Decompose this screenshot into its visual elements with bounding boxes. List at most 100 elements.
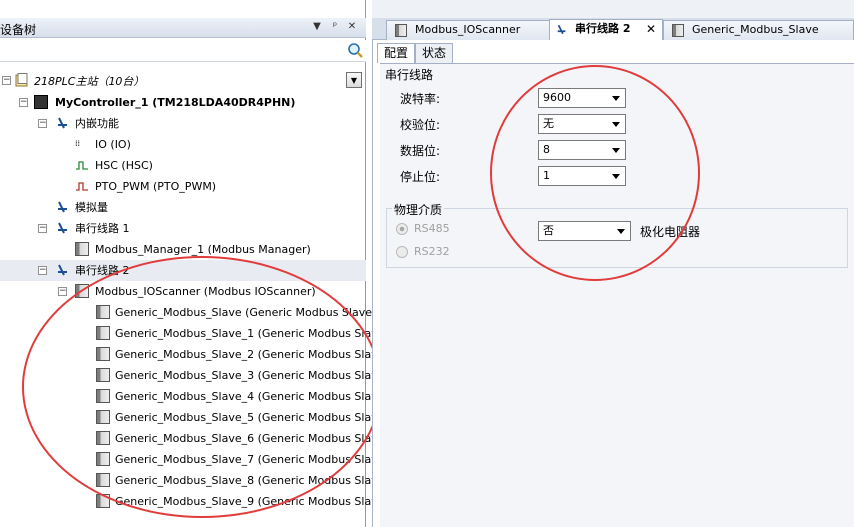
tree-item-analog[interactable]: 模拟量 (0, 197, 366, 218)
search-icon[interactable] (347, 42, 364, 59)
tree-item-label: IO (IO) (95, 138, 131, 151)
tree-item-slave[interactable]: Generic_Modbus_Slave (Generic Modbus Sla… (0, 302, 376, 323)
device-icon (96, 494, 110, 508)
root-label: 218PLC主站（10台） (34, 75, 145, 88)
device-icon (672, 24, 684, 37)
tree-item-label: Generic_Modbus_Slave_2 (Generic Modbus S… (115, 348, 389, 361)
device-icon (96, 431, 110, 445)
tree-item-label: 串行线路 2 (75, 264, 130, 277)
tree-item-label: Generic_Modbus_Slave_8 (Generic Modbus S… (115, 474, 389, 487)
tree-search (0, 40, 366, 62)
device-icon (96, 326, 110, 340)
baud-rate-select[interactable]: 9600 (538, 88, 626, 108)
parity-label: 校验位: (400, 118, 441, 132)
data-bits-value: 8 (543, 143, 550, 156)
tree-item-slave[interactable]: Generic_Modbus_Slave_5 (Generic Modbus S… (0, 407, 389, 428)
tree-item-label: Modbus_Manager_1 (Modbus Manager) (95, 243, 311, 256)
tree-item-slave[interactable]: Generic_Modbus_Slave_2 (Generic Modbus S… (0, 344, 389, 365)
serial-line-group-title: 串行线路 (383, 66, 436, 83)
tree-item-label: Generic_Modbus_Slave_3 (Generic Modbus S… (115, 369, 389, 382)
device-icon (395, 24, 407, 37)
pin-icon[interactable]: ᵖ (328, 20, 342, 34)
polarization-label: 极化电阻器 (640, 225, 701, 239)
rs485-label: RS485 (414, 222, 450, 235)
chevron-down-icon (617, 229, 625, 234)
tree-item-label: Modbus_IOScanner (Modbus IOScanner) (95, 285, 316, 298)
tree-item-io[interactable]: ⁞⁞ IO (IO) (0, 134, 366, 155)
parity-value: 无 (543, 117, 554, 130)
chevron-down-icon (612, 148, 620, 153)
tree-item-label: Generic_Modbus_Slave_4 (Generic Modbus S… (115, 390, 389, 403)
subtab-config[interactable]: 配置 (377, 43, 415, 63)
config-icon (556, 23, 568, 36)
rs232-label: RS232 (414, 245, 450, 258)
tree-item-modbus-manager[interactable]: Modbus_Manager_1 (Modbus Manager) (0, 239, 366, 260)
tree-item-slave[interactable]: Generic_Modbus_Slave_9 (Generic Modbus S… (0, 491, 389, 512)
tree-item-label: 模拟量 (75, 201, 108, 214)
tree-item-slave[interactable]: Generic_Modbus_Slave_7 (Generic Modbus S… (0, 449, 389, 470)
subtab-status[interactable]: 状态 (415, 43, 453, 63)
tree-root-row[interactable]: − 218PLC主站（10台） ▼ (0, 70, 366, 90)
collapse-icon[interactable]: − (58, 287, 67, 296)
tree-item-label: Generic_Modbus_Slave_1 (Generic Modbus S… (115, 327, 389, 340)
baud-rate-label: 波特率: (400, 92, 441, 106)
polarization-select[interactable]: 否 (538, 221, 631, 241)
stop-bits-select[interactable]: 1 (538, 166, 626, 186)
tab-serial-line-2[interactable]: 串行线路 2 ✕ (549, 19, 663, 40)
chevron-down-icon (612, 122, 620, 127)
baud-rate-value: 9600 (543, 91, 571, 104)
tree-item-label: 内嵌功能 (75, 117, 119, 130)
polarization-value: 否 (543, 224, 554, 237)
tree-item-label: Generic_Modbus_Slave_9 (Generic Modbus S… (115, 495, 389, 508)
tab-generic-modbus-slave[interactable]: Generic_Modbus_Slave (663, 20, 854, 40)
rs232-radio[interactable] (396, 246, 408, 258)
device-icon (96, 452, 110, 466)
tree-item-slave[interactable]: Generic_Modbus_Slave_6 (Generic Modbus S… (0, 428, 389, 449)
tree-item-serial-2[interactable]: − 串行线路 2 (0, 260, 366, 281)
rs485-radio[interactable] (396, 223, 408, 235)
data-bits-select[interactable]: 8 (538, 140, 626, 160)
tree-item-slave[interactable]: Generic_Modbus_Slave_4 (Generic Modbus S… (0, 386, 389, 407)
physical-medium-group-title: 物理介质 (392, 201, 445, 218)
tree-item-pto[interactable]: PTO_PWM (PTO_PWM) (0, 176, 366, 197)
panel-menu-icon[interactable]: ▼ (310, 20, 324, 34)
tree-item-label: MyController_1 (TM218LDA40DR4PHN) (55, 96, 296, 109)
tree-item-slave[interactable]: Generic_Modbus_Slave_1 (Generic Modbus S… (0, 323, 389, 344)
io-icon: ⁞⁞ (75, 139, 81, 148)
config-icon (58, 117, 67, 129)
data-bits-label: 数据位: (400, 144, 441, 158)
tree-item-hsc[interactable]: HSC (HSC) (0, 155, 366, 176)
controller-icon (34, 95, 48, 109)
tree-item-label: 串行线路 1 (75, 222, 130, 235)
tree-item-ioscanner[interactable]: − Modbus_IOScanner (Modbus IOScanner) (0, 281, 366, 302)
device-icon (96, 305, 110, 319)
collapse-icon[interactable]: − (38, 266, 47, 275)
tree-item-slave[interactable]: Generic_Modbus_Slave_3 (Generic Modbus S… (0, 365, 389, 386)
pwm-icon (76, 182, 88, 191)
close-icon[interactable]: ✕ (345, 20, 359, 34)
device-icon (96, 389, 110, 403)
collapse-icon[interactable]: − (38, 119, 47, 128)
device-icon (96, 410, 110, 424)
close-tab-icon[interactable]: ✕ (646, 20, 656, 38)
parity-select[interactable]: 无 (538, 114, 626, 134)
tree-item-embedded[interactable]: − 内嵌功能 (0, 113, 366, 134)
stop-bits-value: 1 (543, 169, 550, 182)
chevron-down-icon[interactable]: ▼ (346, 72, 362, 88)
tree-item-controller[interactable]: − MyController_1 (TM218LDA40DR4PHN) (0, 92, 366, 113)
search-input[interactable] (0, 40, 344, 61)
tree-item-label: PTO_PWM (PTO_PWM) (95, 180, 217, 193)
collapse-icon[interactable]: − (2, 76, 11, 85)
tree-item-slave[interactable]: Generic_Modbus_Slave_8 (Generic Modbus S… (0, 470, 389, 491)
editor-panel: Modbus_IOScanner 串行线路 2 ✕ Generic_Modbus… (372, 0, 854, 527)
collapse-icon[interactable]: − (19, 98, 28, 107)
device-icon (75, 242, 89, 256)
device-icon (96, 347, 110, 361)
tree-item-label: Generic_Modbus_Slave_6 (Generic Modbus S… (115, 432, 389, 445)
panel-title: 设备树 (0, 23, 37, 37)
tab-modbus-ioscanner[interactable]: Modbus_IOScanner (386, 20, 552, 40)
collapse-icon[interactable]: − (38, 224, 47, 233)
hsc-icon (76, 161, 88, 170)
tree-item-serial-1[interactable]: − 串行线路 1 (0, 218, 366, 239)
tab-label: Generic_Modbus_Slave (692, 23, 819, 36)
